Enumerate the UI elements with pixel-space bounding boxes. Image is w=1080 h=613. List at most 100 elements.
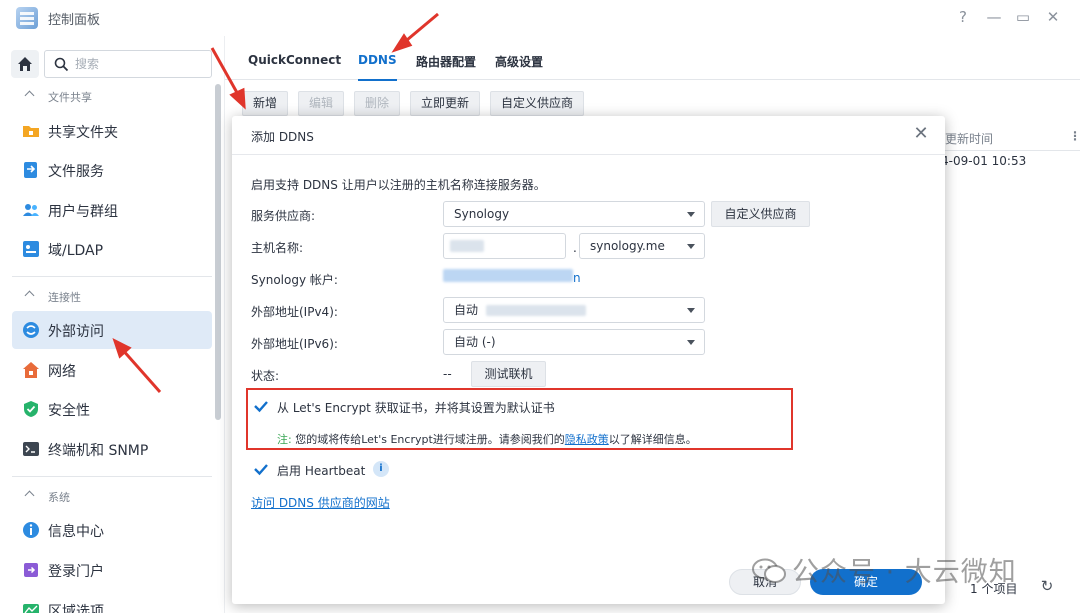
sidebar-item-label: 文件服务 [48, 164, 104, 180]
ipv6-value: 自动 (-) [454, 335, 496, 349]
login-portal-icon [24, 563, 38, 577]
provider-label: 服务供应商: [251, 209, 316, 223]
close-icon[interactable]: ✕ [911, 124, 931, 144]
external-access-icon [23, 322, 39, 338]
sidebar-item-login-portal[interactable]: 登录门户 [12, 551, 212, 589]
sidebar-item-label: 信息中心 [48, 524, 104, 540]
column-menu-icon[interactable]: ⋮ [1069, 129, 1080, 143]
tab-router-config[interactable]: 路由器配置 [416, 53, 476, 70]
close-window-icon[interactable]: ✕ [1043, 7, 1063, 27]
sidebar-item-security[interactable]: 安全性 [12, 390, 212, 428]
note-suffix: 以了解详细信息。 [608, 433, 697, 446]
sidebar-item-external-access[interactable]: 外部访问 [12, 311, 212, 349]
home-icon [18, 57, 32, 71]
search-field[interactable] [44, 50, 212, 78]
delete-button[interactable]: 删除 [354, 91, 401, 116]
wechat-icon [752, 558, 786, 583]
sidebar-scrollbar[interactable] [215, 84, 221, 420]
section-connectivity[interactable]: 连接性 [24, 289, 81, 305]
column-header-update-time[interactable]: 更新时间 ⋮ [941, 125, 1080, 151]
letsencrypt-note: 注: 您的域将传给Let's Encrypt进行域注册。请参阅我们的隐私政策以了… [277, 431, 697, 447]
add-button[interactable]: 新增 [242, 91, 289, 116]
privacy-policy-link[interactable]: 隐私政策 [565, 433, 609, 446]
ipv4-select[interactable]: 自动 [443, 297, 705, 323]
window-title: 控制面板 [48, 13, 101, 28]
search-input[interactable] [75, 55, 205, 73]
dropdown-caret-icon [687, 340, 695, 345]
domain-select[interactable]: synology.me [579, 233, 705, 259]
test-connection-button[interactable]: 测试联机 [471, 361, 546, 387]
sidebar-item-file-services[interactable]: 文件服务 [12, 151, 212, 189]
dialog-description: 启用支持 DDNS 让用户以注册的主机名称连接服务器。 [251, 178, 546, 192]
regional-options-icon [23, 604, 39, 613]
provider-select[interactable]: Synology [443, 201, 705, 227]
update-now-button[interactable]: 立即更新 [410, 91, 481, 116]
column-header-label: 更新时间 [945, 132, 994, 146]
hostname-dot-separator: . [573, 241, 577, 255]
ipv4-label: 外部地址(IPv4): [251, 305, 338, 319]
watermark-text: 公众号 · 大云微知 [792, 557, 1017, 588]
account-link[interactable]: n [573, 271, 581, 285]
home-button[interactable] [11, 50, 39, 78]
section-title: 连接性 [48, 291, 81, 304]
letsencrypt-checkbox[interactable] [253, 398, 269, 414]
custom-provider-toolbar-button[interactable]: 自定义供应商 [490, 91, 585, 116]
shared-folder-icon [23, 126, 39, 137]
users-groups-icon [23, 204, 39, 216]
dialog-title: 添加 DDNS [251, 130, 314, 144]
domain-ldap-icon [23, 241, 39, 257]
file-services-icon [24, 162, 37, 178]
sidebar-item-label: 登录门户 [48, 564, 104, 580]
chevron-up-icon [24, 490, 35, 501]
redacted-account [443, 269, 573, 282]
ddns-provider-website-link[interactable]: 访问 DDNS 供应商的网站 [251, 494, 390, 511]
section-title: 系统 [48, 491, 70, 504]
watermark: 公众号 · 大云微知 [752, 550, 1017, 589]
maximize-icon[interactable]: ▭ [1013, 7, 1033, 27]
table-cell-update-time: 4-09-01 10:53 [941, 154, 1027, 168]
info-icon[interactable]: i [373, 461, 389, 477]
ipv6-select[interactable]: 自动 (-) [443, 329, 705, 355]
section-file-sharing[interactable]: 文件共享 [24, 89, 92, 105]
tab-quickconnect[interactable]: QuickConnect [248, 53, 341, 67]
control-panel-icon [16, 7, 38, 29]
chevron-up-icon [24, 90, 35, 101]
dialog-divider [232, 154, 945, 155]
sidebar-item-domain-ldap[interactable]: 域/LDAP [12, 230, 212, 268]
sidebar-item-shared-folder[interactable]: 共享文件夹 [12, 112, 212, 150]
section-system[interactable]: 系统 [24, 489, 70, 505]
status-label: 状态: [251, 369, 280, 383]
note-prefix: 注: [277, 433, 292, 446]
info-center-icon [23, 522, 39, 538]
help-icon[interactable]: ? [953, 7, 973, 27]
hostname-input[interactable] [443, 233, 566, 259]
edit-button[interactable]: 编辑 [298, 91, 345, 116]
refresh-icon[interactable]: ↻ [1033, 572, 1061, 600]
sidebar-item-label: 终端机和 SNMP [48, 443, 149, 459]
heartbeat-checkbox[interactable] [253, 461, 269, 477]
search-icon [54, 57, 69, 72]
sidebar-item-label: 用户与群组 [48, 204, 118, 220]
tab-advanced-settings[interactable]: 高级设置 [495, 53, 543, 70]
sidebar-item-info-center[interactable]: 信息中心 [12, 511, 212, 549]
note-text: 您的域将传给Let's Encrypt进行域注册。请参阅我们的 [291, 433, 565, 446]
sidebar-item-label: 共享文件夹 [48, 125, 118, 141]
sidebar-item-label: 区域选项 [48, 604, 104, 613]
sidebar-item-users-groups[interactable]: 用户与群组 [12, 191, 212, 229]
custom-provider-button[interactable]: 自定义供应商 [711, 201, 810, 227]
sidebar-item-terminal-snmp[interactable]: 终端机和 SNMP [12, 430, 212, 468]
letsencrypt-label[interactable]: 从 Let's Encrypt 获取证书，并将其设置为默认证书 [277, 399, 555, 416]
section-divider [12, 476, 212, 477]
ipv4-value: 自动 [454, 303, 479, 317]
tab-ddns[interactable]: DDNS [358, 53, 397, 81]
heartbeat-label[interactable]: 启用 Heartbeat [277, 462, 365, 479]
chevron-up-icon [24, 290, 35, 301]
sidebar-item-regional-options[interactable]: 区域选项 [12, 591, 212, 613]
add-ddns-dialog: 添加 DDNS ✕ 启用支持 DDNS 让用户以注册的主机名称连接服务器。 服务… [232, 116, 945, 604]
terminal-icon [23, 442, 39, 456]
hostname-label: 主机名称: [251, 241, 304, 255]
redacted-hostname [450, 240, 484, 252]
sidebar-item-network[interactable]: 网络 [12, 351, 212, 389]
domain-value: synology.me [590, 239, 665, 253]
minimize-icon[interactable]: — [984, 7, 1004, 27]
